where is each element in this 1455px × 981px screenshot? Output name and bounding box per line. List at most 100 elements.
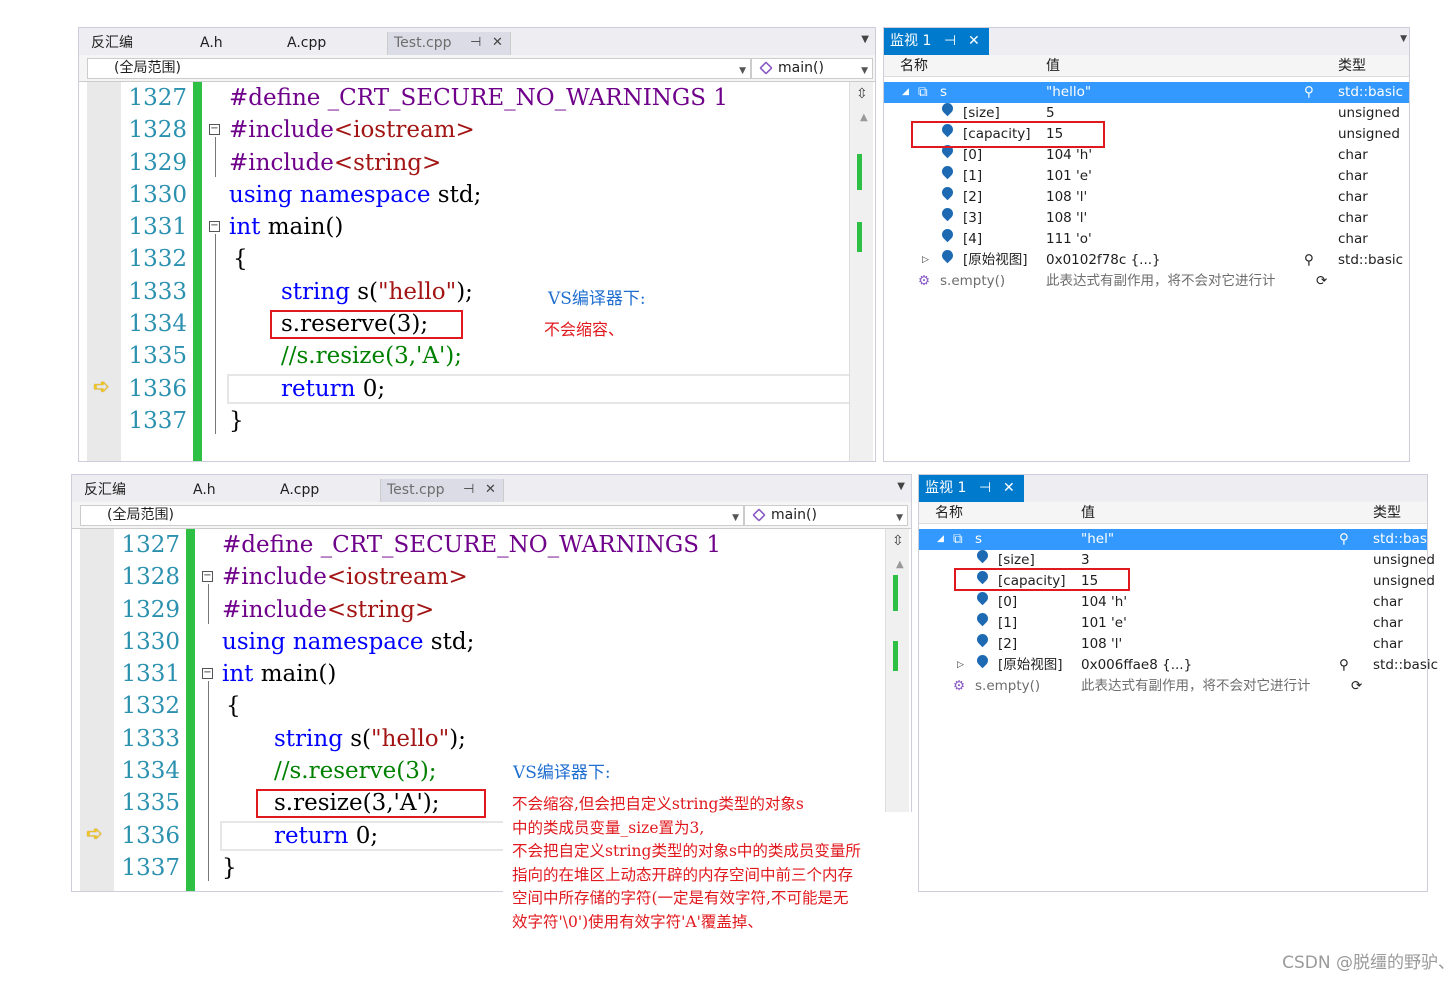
field-icon (974, 547, 991, 564)
watch-row[interactable]: ▷ [原始视图] 0x006ffae8 {...} ⚲ std::basic (919, 652, 1438, 676)
pin-icon[interactable]: ⊣ (979, 475, 991, 502)
tab-disassembly[interactable]: 反汇编 (78, 479, 168, 502)
tab-a-h[interactable]: A.h (194, 32, 264, 55)
column-type[interactable]: 类型 (1338, 55, 1366, 77)
watch-row[interactable]: ⚙ s.empty() 此表达式有副作用，将不会对它进行计 ⟳ (884, 271, 1409, 292)
code-token: s( (342, 725, 372, 752)
watch-header: 名称 值 类型 (919, 502, 1427, 524)
scope-dropdown[interactable]: (全局范围) ▼ (80, 505, 744, 526)
collapse-icon[interactable]: − (202, 668, 213, 679)
chevron-down-icon[interactable]: ▼ (1400, 34, 1407, 44)
tab-disassembly[interactable]: 反汇编 (85, 32, 175, 55)
split-icon[interactable]: ⇳ (856, 86, 868, 102)
code-token: return (274, 822, 349, 849)
fold-line (208, 584, 209, 624)
tab-a-cpp[interactable]: A.cpp (274, 479, 364, 502)
watch-row[interactable]: ▷ [原始视图] 0x0102f78c {...} ⚲ std::basic (884, 247, 1409, 271)
column-name[interactable]: 名称 (900, 55, 928, 77)
top-nav-bar: (全局范围) ▼ main() ▼ (79, 55, 875, 82)
code-token: int (229, 214, 261, 241)
function-dropdown[interactable]: main() ▼ (751, 58, 873, 79)
watch-tab-bar: 监视 1 ⊣ ✕ (919, 475, 1427, 502)
breakpoint-gutter[interactable] (87, 82, 121, 461)
refresh-icon[interactable]: ⟳ (1351, 676, 1362, 697)
watch-row[interactable]: [2] 108 'l' char (919, 631, 1427, 655)
column-value[interactable]: 值 (1081, 502, 1095, 524)
search-icon[interactable]: ⚲ (1304, 250, 1314, 271)
watch-row[interactable]: ⚙ s.empty() 此表达式有副作用，将不会对它进行计 ⟳ (919, 676, 1427, 697)
pin-icon[interactable]: ⊣ (944, 28, 956, 55)
watch-value: 108 'l' (1081, 636, 1123, 652)
collapse-icon[interactable]: − (202, 571, 213, 582)
chevron-down-icon[interactable]: ▼ (861, 34, 869, 45)
watch-row[interactable]: [1] 101 'e' char (919, 610, 1427, 634)
field-icon (939, 226, 956, 243)
watch-type: unsigned (1373, 552, 1435, 568)
collapse-icon[interactable]: − (209, 221, 220, 232)
tab-a-h[interactable]: A.h (187, 479, 257, 502)
tab-test-cpp[interactable]: Test.cpp ⊣ ✕ (380, 479, 504, 502)
code-line: #define _CRT_SECURE_NO_WARNINGS 1 (229, 82, 845, 114)
close-icon[interactable]: ✕ (968, 28, 980, 55)
close-icon[interactable]: ✕ (485, 479, 496, 501)
code-line: //s.resize(3,'A'); (229, 340, 845, 372)
tab-watch-1[interactable]: 监视 1 ⊣ ✕ (919, 475, 1024, 502)
code-line: } (229, 405, 845, 437)
watch-row[interactable]: [0] 104 'h' char (884, 142, 1409, 166)
code-token: int (222, 661, 254, 688)
search-icon[interactable]: ⚲ (1339, 655, 1349, 676)
line-number: 1332 (121, 693, 180, 720)
chevron-down-icon[interactable]: ▼ (897, 481, 905, 492)
fold-line (215, 137, 216, 177)
collapse-icon[interactable]: − (209, 124, 220, 135)
tab-watch-1[interactable]: 监视 1 ⊣ ✕ (884, 28, 989, 55)
watch-row[interactable]: [0] 104 'h' char (919, 589, 1427, 613)
expand-icon[interactable]: ▷ (957, 655, 964, 676)
line-number: 1327 (128, 85, 187, 111)
highlight-box (911, 121, 1105, 148)
watch-row[interactable]: ◢ ⧉ s "hello" ⚲ std::basic (884, 82, 1409, 103)
close-icon[interactable]: ✕ (1003, 475, 1015, 502)
function-dropdown[interactable]: main() ▼ (744, 505, 908, 526)
tab-a-cpp[interactable]: A.cpp (281, 32, 371, 55)
scope-dropdown[interactable]: (全局范围) ▼ (87, 58, 751, 79)
watch-header: 名称 值 类型 (884, 55, 1409, 77)
pin-icon[interactable]: ⊣ (470, 32, 481, 54)
method-icon: ⚙ (918, 273, 931, 289)
method-icon: ⚙ (953, 678, 966, 694)
code-token: using namespace (229, 181, 431, 208)
expand-icon[interactable]: ◢ (902, 82, 909, 103)
search-icon[interactable]: ⚲ (1339, 529, 1349, 550)
code-line: using namespace std; (222, 626, 881, 658)
column-name[interactable]: 名称 (935, 502, 963, 524)
watch-row[interactable]: [2] 108 'l' char (884, 184, 1409, 208)
code-area[interactable]: ➪ 1327 1328 1329 1330 1331 1332 1333 133… (79, 82, 851, 461)
split-icon[interactable]: ⇳ (892, 533, 904, 549)
code-token: <string> (326, 596, 435, 623)
watch-row[interactable]: [1] 101 'e' char (884, 163, 1409, 187)
scope-label: (全局范围) (107, 507, 174, 523)
search-icon[interactable]: ⚲ (1304, 82, 1314, 103)
line-number: 1333 (121, 725, 180, 752)
expand-icon[interactable]: ◢ (937, 529, 944, 550)
watch-row[interactable]: [3] 108 'l' char (884, 205, 1409, 229)
scroll-up-icon[interactable]: ▲ (860, 112, 868, 123)
close-icon[interactable]: ✕ (492, 32, 503, 54)
tab-test-cpp[interactable]: Test.cpp ⊣ ✕ (387, 32, 511, 55)
watch-value: "hel" (1081, 531, 1115, 547)
annotation-compiler: VS编译器下: (548, 289, 646, 309)
scroll-up-icon[interactable]: ▲ (896, 559, 904, 570)
refresh-icon[interactable]: ⟳ (1316, 271, 1327, 292)
function-icon (759, 61, 773, 75)
code-token: _CRT_SECURE_NO_WARNINGS 1 (313, 532, 721, 558)
column-value[interactable]: 值 (1046, 55, 1060, 77)
pin-icon[interactable]: ⊣ (463, 479, 474, 501)
column-type[interactable]: 类型 (1373, 502, 1401, 524)
watch-type: char (1338, 189, 1368, 205)
vertical-scrollbar[interactable]: ⇳ ▲ (849, 82, 873, 461)
watch-row[interactable]: ◢ ⧉ s "hel" ⚲ std::basic (919, 529, 1438, 550)
expand-icon[interactable]: ▷ (922, 250, 929, 271)
line-number: 1330 (128, 181, 187, 208)
function-label: main() (771, 507, 817, 523)
watch-row[interactable]: [4] 111 'o' char (884, 226, 1409, 250)
